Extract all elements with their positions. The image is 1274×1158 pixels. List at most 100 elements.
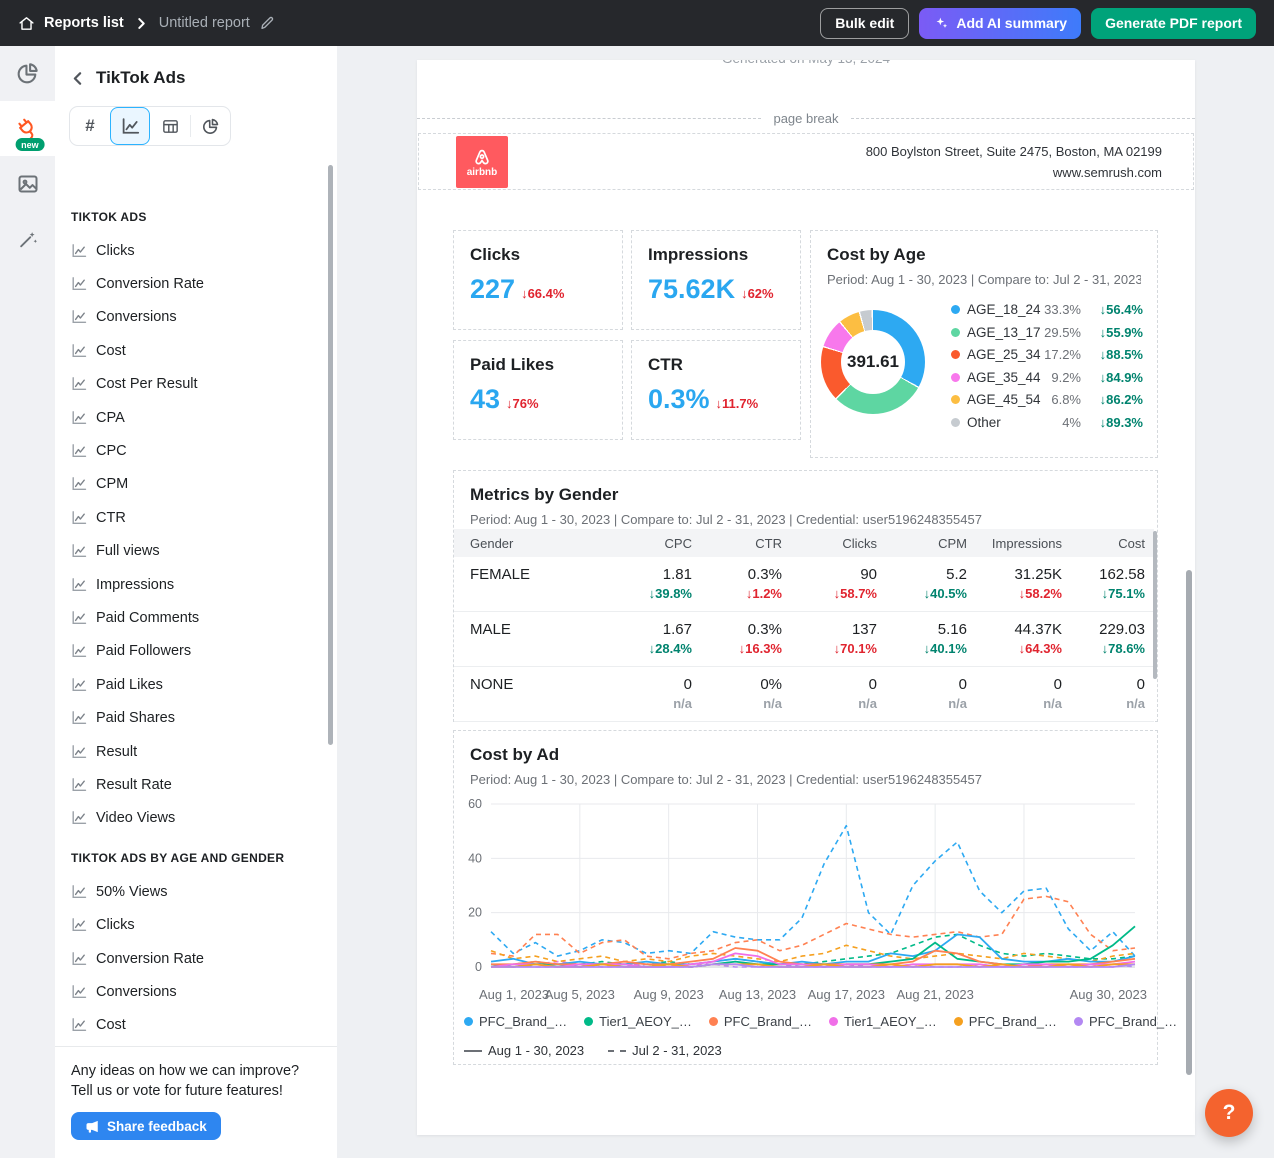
help-button[interactable]: ? <box>1205 1089 1253 1137</box>
cost-by-age-widget[interactable]: Cost by Age Period: Aug 1 - 30, 2023 | C… <box>810 230 1158 458</box>
legend-label: Tier1_AEOY_… <box>599 1014 692 1029</box>
widget-type-pie-chart-button[interactable] <box>190 107 230 145</box>
rail-ai-tools-button[interactable] <box>0 211 55 266</box>
series-legend-item[interactable]: PFC_Brand_… <box>464 1014 567 1029</box>
sidebar-item-conversions[interactable]: Conversions <box>71 975 337 1008</box>
pie-chart-icon <box>15 61 40 86</box>
widget-period-line: Period: Aug 1 - 30, 2023 | Compare to: J… <box>470 512 1157 527</box>
period-legend-item: Jul 2 - 31, 2023 <box>608 1043 722 1058</box>
legend-dot-icon <box>954 1017 963 1026</box>
metric-cell: 0.3%↓16.3% <box>694 621 784 656</box>
cell-value: 137 <box>784 621 877 638</box>
metrics-by-gender-widget[interactable]: Metrics by Gender Period: Aug 1 - 30, 20… <box>453 470 1158 722</box>
donut-legend-item-age-18-24: AGE_18_2433.3%↓56.4% <box>951 302 1143 317</box>
scorecard-label: Paid Likes <box>470 355 606 375</box>
sidebar-item-50-views[interactable]: 50% Views <box>71 875 337 908</box>
share-feedback-button[interactable]: Share feedback <box>71 1112 221 1140</box>
cell-value: 0 <box>1064 676 1145 693</box>
sidebar-scrollbar[interactable] <box>328 165 333 745</box>
sidebar-item-clicks[interactable]: Clicks <box>71 234 337 267</box>
widget-type-line-chart-button[interactable] <box>110 107 150 145</box>
y-axis-tick: 0 <box>475 960 482 974</box>
sidebar-item-ctr[interactable]: CTR <box>71 501 337 534</box>
edit-title-pencil-icon[interactable] <box>259 15 275 31</box>
rail-widgets-button[interactable] <box>0 46 55 101</box>
down-arrow-icon: ↓ <box>924 641 931 656</box>
sidebar-item-result-rate[interactable]: Result Rate <box>71 768 337 801</box>
widget-type-number-button[interactable]: # <box>70 107 110 145</box>
sidebar-item-cost[interactable]: Cost <box>71 1009 337 1034</box>
sidebar-item-result[interactable]: Result <box>71 735 337 768</box>
line-chart-icon <box>71 744 87 760</box>
line-chart-icon <box>71 343 87 359</box>
main-scrollbar[interactable] <box>1186 570 1192 1075</box>
sidebar-item-paid-comments[interactable]: Paid Comments <box>71 601 337 634</box>
gender-cell: NONE <box>454 676 632 693</box>
scorecard-change: ↓62% <box>741 286 774 301</box>
sidebar-item-cost[interactable]: Cost <box>71 334 337 367</box>
sidebar-item-clicks[interactable]: Clicks <box>71 908 337 941</box>
metric-cell: 90↓58.7% <box>784 566 879 601</box>
series-legend-item[interactable]: PFC_Brand_… <box>954 1014 1057 1029</box>
rail-images-button[interactable] <box>0 156 55 211</box>
metric-cell: 0n/a <box>784 676 879 711</box>
sidebar-item-cpa[interactable]: CPA <box>71 401 337 434</box>
table-scrollbar[interactable] <box>1153 531 1157 679</box>
megaphone-icon <box>85 1119 100 1134</box>
sidebar-item-full-views[interactable]: Full views <box>71 535 337 568</box>
bulk-edit-button[interactable]: Bulk edit <box>820 8 909 39</box>
widget-type-table-button[interactable] <box>150 107 190 145</box>
metric-cell: 5.2↓40.5% <box>879 566 969 601</box>
report-header-widget[interactable]: airbnb 800 Boylston Street, Suite 2475, … <box>418 133 1194 190</box>
legend-dot-icon <box>951 373 960 382</box>
sidebar-item-cpc[interactable]: CPC <box>71 434 337 467</box>
sidebar-item-impressions[interactable]: Impressions <box>71 568 337 601</box>
back-chevron-icon[interactable] <box>71 72 84 85</box>
donut-legend-item-other: Other4%↓89.3% <box>951 415 1143 430</box>
legend-dot-icon <box>951 328 960 337</box>
cell-value: 5.2 <box>879 566 967 583</box>
sidebar-item-conversion-rate[interactable]: Conversion Rate <box>71 942 337 975</box>
series-legend-item[interactable]: Tier1_AEOY_… <box>829 1014 937 1029</box>
add-ai-summary-button[interactable]: Add AI summary <box>919 8 1081 39</box>
cell-value: 1.67 <box>632 621 692 638</box>
cell-change: n/a <box>632 696 692 711</box>
sidebar-item-label: Paid Followers <box>96 643 191 659</box>
scorecard-value: 0.3% <box>648 384 710 415</box>
donut-legend: AGE_18_2433.3%↓56.4%AGE_13_1729.5%↓55.9%… <box>951 302 1143 438</box>
line-chart-icon <box>71 810 87 826</box>
period-legend: Aug 1 - 30, 2023Jul 2 - 31, 2023 <box>464 1043 722 1058</box>
series-legend-item[interactable]: PFC_Brand_… <box>709 1014 812 1029</box>
series-legend-item[interactable]: PFC_Brand_… <box>1074 1014 1177 1029</box>
scorecard-ctr[interactable]: CTR0.3%↓11.7% <box>631 340 801 440</box>
sidebar-item-paid-followers[interactable]: Paid Followers <box>71 635 337 668</box>
line-chart-icon <box>71 951 87 967</box>
generated-on-text: Generated on May 13, 2024 <box>417 60 1195 66</box>
cell-value: 162.58 <box>1064 566 1145 583</box>
cell-value: 0 <box>784 676 877 693</box>
scorecard-paid-likes[interactable]: Paid Likes43↓76% <box>453 340 623 440</box>
sidebar-item-paid-likes[interactable]: Paid Likes <box>71 668 337 701</box>
scorecard-clicks[interactable]: Clicks227↓66.4% <box>453 230 623 330</box>
sidebar-item-conversion-rate[interactable]: Conversion Rate <box>71 267 337 300</box>
down-arrow-icon: ↓ <box>1100 302 1107 317</box>
scorecard-change: ↓66.4% <box>521 286 564 301</box>
sidebar-item-paid-shares[interactable]: Paid Shares <box>71 701 337 734</box>
cost-by-ad-widget[interactable]: Cost by Ad Period: Aug 1 - 30, 2023 | Co… <box>453 730 1158 1065</box>
dashed-line-sample-icon <box>608 1050 626 1052</box>
sidebar-item-video-views[interactable]: Video Views <box>71 802 337 835</box>
line-chart-icon <box>71 884 87 900</box>
column-header: Gender <box>454 536 632 551</box>
report-page: Generated on May 13, 2024 page break air… <box>417 60 1195 1135</box>
x-axis-tick: Aug 21, 2023 <box>896 987 973 1002</box>
rail-integrations-button[interactable]: new <box>0 101 55 156</box>
generate-pdf-button[interactable]: Generate PDF report <box>1091 8 1256 39</box>
sidebar-item-label: Result <box>96 744 137 760</box>
series-legend-item[interactable]: Tier1_AEOY_… <box>584 1014 692 1029</box>
sidebar-item-cpm[interactable]: CPM <box>71 468 337 501</box>
sidebar-item-cost-per-result[interactable]: Cost Per Result <box>71 368 337 401</box>
legend-dot-icon <box>464 1017 473 1026</box>
sidebar-item-conversions[interactable]: Conversions <box>71 301 337 334</box>
breadcrumb-reports-list[interactable]: Reports list <box>18 15 124 32</box>
scorecard-impressions[interactable]: Impressions75.62K↓62% <box>631 230 801 330</box>
